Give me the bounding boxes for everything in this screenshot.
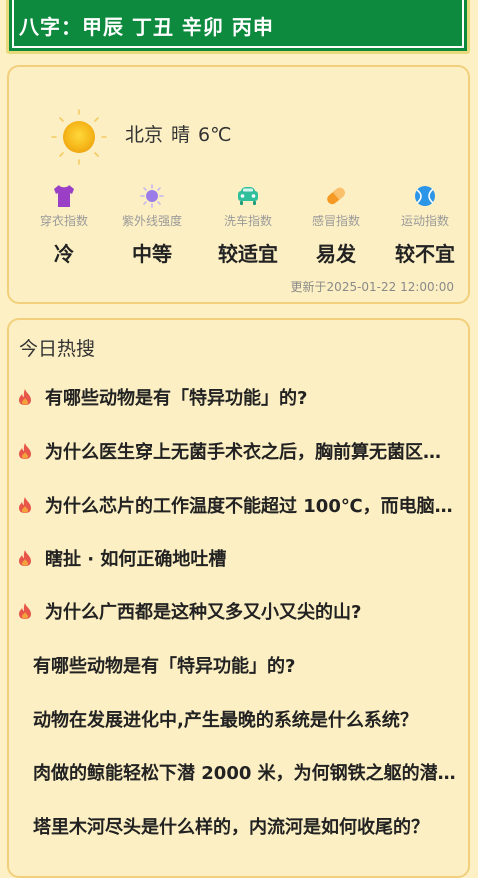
hot-item[interactable]: 肉做的鲸能轻松下潜 2000 米，为何钢铁之躯的潜艇不行？ bbox=[9, 757, 469, 787]
hot-item-text: 动物在发展进化中,产生最晚的系统是什么系统？ bbox=[33, 710, 418, 731]
hot-item-text: 为什么芯片的工作温度不能超过 100℃，而电脑可以？ bbox=[45, 496, 453, 517]
index-label: 洗车指数 bbox=[223, 214, 272, 228]
index-label: 运动指数 bbox=[400, 214, 449, 228]
ball-icon bbox=[415, 186, 435, 206]
index-value: 较适宜 bbox=[218, 242, 278, 266]
bazi-text: 八字：甲辰 丁丑 辛卯 丙申 bbox=[19, 15, 274, 39]
index-value: 冷 bbox=[54, 242, 74, 266]
temperature: 6℃ bbox=[198, 124, 232, 146]
index-value: 较不宜 bbox=[395, 242, 455, 266]
hot-item-text: 塔里木河尽头是什么样的，内流河是如何收尾的？ bbox=[33, 817, 429, 838]
fire-icon bbox=[19, 550, 31, 566]
index-car-wash[interactable]: 洗车指数 较适宜 bbox=[203, 183, 293, 273]
weather-indices: 穿衣指数 冷 紫外线强度 中等 洗车指数 较适宜 感冒指数 易发 运动指数 较不… bbox=[19, 183, 460, 273]
fire-icon bbox=[19, 443, 31, 459]
hot-item[interactable]: 动物在发展进化中,产生最晚的系统是什么系统？ bbox=[9, 704, 469, 734]
index-value: 中等 bbox=[132, 242, 172, 266]
weather-summary: 北京晴 6℃ bbox=[125, 120, 239, 147]
hot-item[interactable]: 有哪些动物是有「特异功能」的? bbox=[9, 382, 469, 412]
pill-icon bbox=[327, 187, 345, 205]
sun-icon bbox=[51, 109, 107, 165]
bazi-banner: 八字：甲辰 丁丑 辛卯 丙申 bbox=[6, 0, 470, 54]
hot-item[interactable]: 为什么广西都是这种又多又小又尖的山? bbox=[9, 596, 469, 626]
city-name: 北京 bbox=[125, 124, 164, 146]
hot-search-card: 今日热搜 有哪些动物是有「特异功能」的? 为什么医生穿上无菌手术衣之后，胸前算无… bbox=[7, 318, 470, 878]
hot-item[interactable]: 塔里木河尽头是什么样的，内流河是如何收尾的？ bbox=[9, 811, 469, 841]
hot-item-text: 肉做的鲸能轻松下潜 2000 米，为何钢铁之躯的潜艇不行？ bbox=[33, 763, 457, 784]
index-sport[interactable]: 运动指数 较不宜 bbox=[380, 183, 470, 273]
hot-item-text: 瞎扯 · 如何正确地吐槽 bbox=[45, 549, 227, 570]
index-value: 易发 bbox=[316, 242, 356, 266]
hot-item[interactable]: 为什么医生穿上无菌手术衣之后，胸前算无菌区域？ bbox=[9, 436, 469, 466]
hot-item-text: 为什么广西都是这种又多又小又尖的山? bbox=[45, 602, 362, 623]
fire-icon bbox=[19, 603, 31, 619]
hot-item-text: 有哪些动物是有「特异功能」的? bbox=[33, 656, 296, 677]
fire-icon bbox=[19, 389, 31, 405]
hot-item[interactable]: 为什么芯片的工作温度不能超过 100℃，而电脑可以？ bbox=[9, 490, 469, 520]
hot-item[interactable]: 有哪些动物是有「特异功能」的? bbox=[9, 650, 469, 680]
index-label: 感冒指数 bbox=[311, 214, 360, 228]
index-label: 穿衣指数 bbox=[39, 214, 88, 228]
hot-item[interactable]: 瞎扯 · 如何正确地吐槽 bbox=[9, 543, 469, 573]
hot-item-text: 有哪些动物是有「特异功能」的? bbox=[45, 388, 308, 409]
index-clothing[interactable]: 穿衣指数 冷 bbox=[19, 183, 109, 273]
hot-item-text: 为什么医生穿上无菌手术衣之后，胸前算无菌区域？ bbox=[45, 442, 453, 463]
weather-condition: 晴 bbox=[171, 124, 191, 146]
shirt-icon bbox=[54, 185, 74, 207]
car-icon bbox=[238, 187, 258, 205]
fire-icon bbox=[19, 497, 31, 513]
index-label: 紫外线强度 bbox=[121, 214, 182, 228]
index-cold[interactable]: 感冒指数 易发 bbox=[291, 183, 381, 273]
update-timestamp: 更新于2025-01-22 12:00:00 bbox=[290, 280, 454, 294]
hot-search-title: 今日热搜 bbox=[19, 338, 96, 360]
index-uv[interactable]: 紫外线强度 中等 bbox=[107, 183, 197, 273]
weather-card[interactable]: 北京晴 6℃ 穿衣指数 冷 紫外线强度 中等 洗车指数 较适宜 感冒指数 易发 … bbox=[7, 65, 470, 304]
uv-sun-icon bbox=[140, 184, 164, 208]
